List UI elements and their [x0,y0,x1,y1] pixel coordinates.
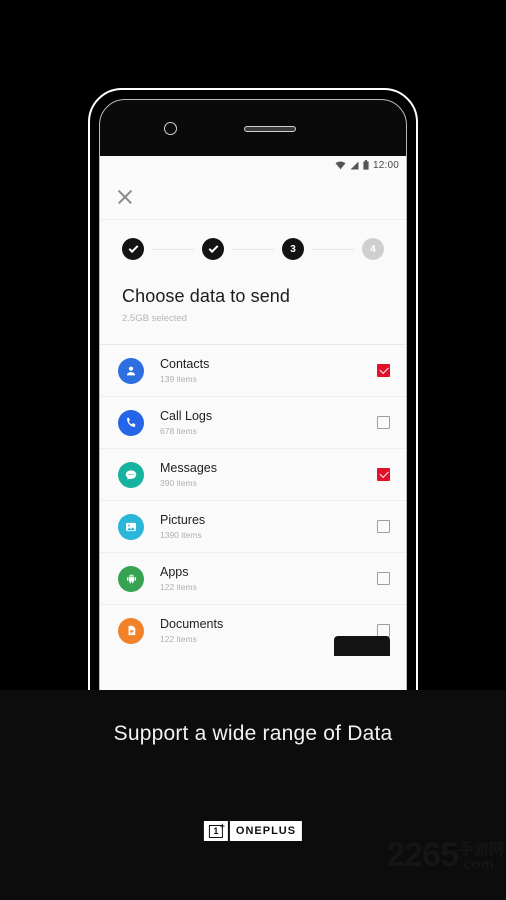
list-item-checkbox[interactable] [377,520,390,533]
stepper-connector [152,248,194,250]
list-item-count: 122 items [160,582,197,593]
list-item-title: Contacts [160,356,210,371]
close-icon[interactable] [116,188,134,206]
phone-icon [118,409,144,436]
document-icon [118,617,144,644]
stepper-step-4[interactable]: 4 [362,238,384,260]
contacts-icon [118,357,144,384]
stepper-step-1[interactable] [122,238,144,260]
stepper-connector [312,248,354,250]
list-item[interactable]: Messages 390 items [100,448,406,500]
list-item[interactable]: Call Logs 678 items [100,396,406,448]
list-item-text: Pictures 1390 items [160,513,377,541]
front-camera-icon [164,122,177,135]
list-item-checkbox[interactable] [377,468,390,481]
oneplus-wordmark: ONEPLUS [229,821,303,841]
list-item-checkbox[interactable] [377,416,390,429]
android-icon [118,565,144,592]
stepper-step-3[interactable]: 3 [282,238,304,260]
stepper-connector [232,248,274,250]
page-title: Choose data to send [122,286,291,306]
progress-stepper: 3 4 [100,220,406,278]
list-item-title: Pictures [160,512,206,527]
list-item-count: 390 items [160,478,197,489]
list-item-title: Documents [160,616,224,631]
check-icon [208,242,218,253]
status-bar: 12:00 [100,156,406,174]
site-watermark: 2265 手游网 .com [386,838,504,872]
check-icon [128,242,138,253]
list-item-count: 678 items [160,426,197,437]
list-item-count: 1390 items [160,530,202,541]
promo-caption: Support a wide range of Data [113,722,393,745]
status-time: 12:00 [372,159,399,171]
selection-summary: 2.5GB selected [122,313,187,324]
list-item[interactable]: Apps 122 items [100,552,406,604]
oneplus-mark-plus: + [219,821,225,831]
watermark-number: 2265 [386,836,459,874]
list-item-text: Contacts 139 items [160,357,377,385]
list-item-title: Call Logs [160,408,213,423]
list-item-checkbox[interactable] [377,364,390,377]
app-bar [100,174,406,220]
list-item-text: Call Logs 678 items [160,409,377,437]
data-list: Contacts 139 items Call Logs 678 items Messa… [100,344,406,656]
phone-mockup: 12:00 3 4 Choose data to send 2.5GB sele… [88,88,418,708]
list-item-text: Messages 390 items [160,461,377,489]
picture-icon [118,513,144,540]
earpiece-speaker-icon [244,126,296,132]
list-item-checkbox[interactable] [377,572,390,585]
watermark-com: .com [458,856,494,873]
oneplus-logo: 1 + ONEPLUS [203,821,303,841]
page-heading: Choose data to send 2.5GB selected [100,278,406,344]
next-button[interactable] [334,636,390,656]
list-item-count: 139 items [160,374,197,385]
oneplus-mark-icon: 1 + [203,821,228,841]
phone-bezel: 12:00 3 4 Choose data to send 2.5GB sele… [99,99,407,706]
list-item-title: Messages [160,460,217,475]
promo-screenshot: 12:00 3 4 Choose data to send 2.5GB sele… [0,0,506,900]
list-item-text: Apps 122 items [160,565,377,593]
signal-icon [350,161,359,170]
stepper-step-2[interactable] [202,238,224,260]
message-icon [118,461,144,488]
battery-icon [363,160,369,170]
phone-screen: 12:00 3 4 Choose data to send 2.5GB sele… [100,156,406,705]
list-item[interactable]: Pictures 1390 items [100,500,406,552]
wifi-icon [335,160,346,170]
list-item[interactable]: Contacts 139 items [100,344,406,396]
watermark-cn: 手游网 [458,841,504,858]
data-list-container: Contacts 139 items Call Logs 678 items Messa… [100,344,406,656]
list-item-title: Apps [160,564,189,579]
